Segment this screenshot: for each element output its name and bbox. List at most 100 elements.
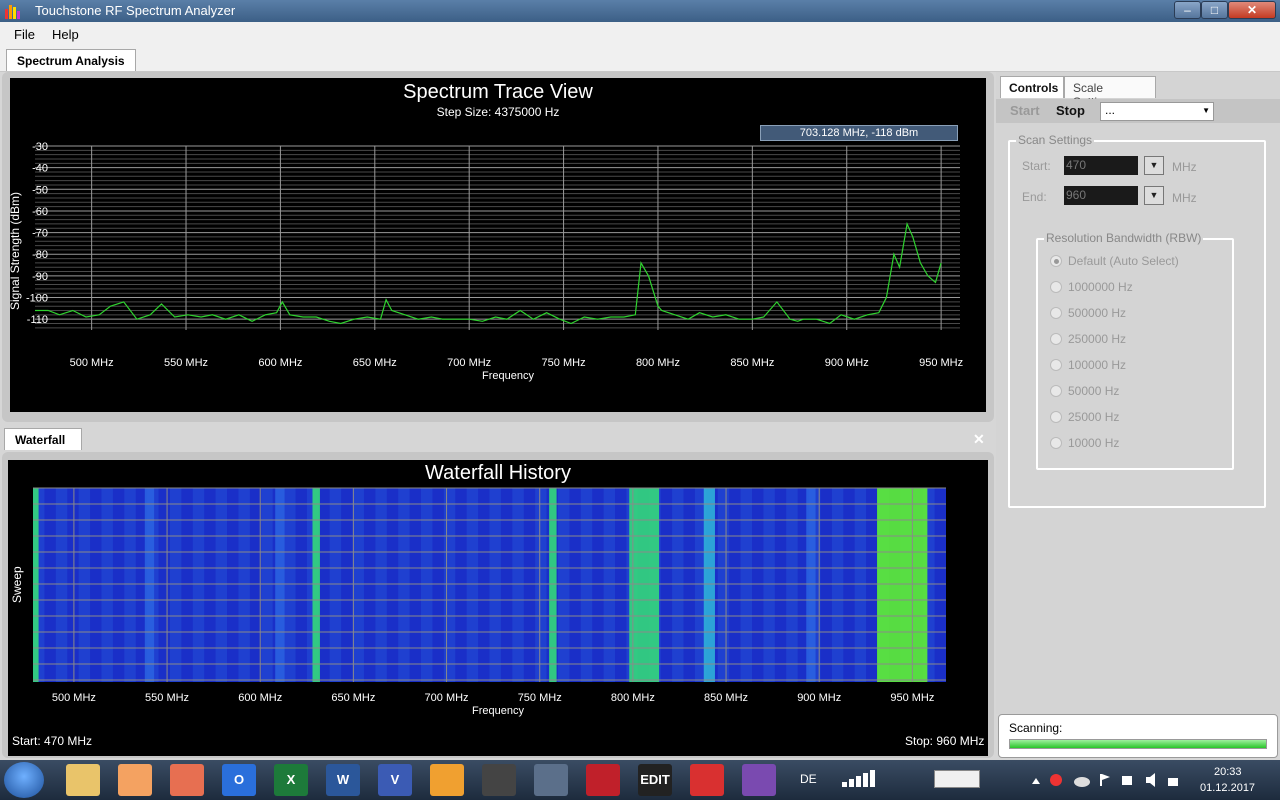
clock-time[interactable]: 20:33 xyxy=(1214,766,1242,778)
scanning-label: Scanning: xyxy=(1009,721,1063,735)
rbw-option-label: Default (Auto Select) xyxy=(1068,254,1179,268)
start-frequency-input[interactable]: 470 xyxy=(1064,156,1138,175)
word-icon[interactable]: W xyxy=(326,764,360,796)
visio-icon[interactable]: V xyxy=(378,764,412,796)
waterfall-noise-band xyxy=(398,488,410,682)
tab-controls[interactable]: Controls xyxy=(1000,76,1064,98)
waterfall-noise-band xyxy=(466,488,479,682)
waterfall-signal-band xyxy=(703,488,715,682)
waterfall-noise-band xyxy=(169,488,182,682)
waterfall-noise-band xyxy=(740,488,752,682)
minimize-button[interactable]: ‒ xyxy=(1174,1,1201,19)
waterfall-signal-band xyxy=(33,488,39,682)
waterfall-x-tick-label: 700 MHz xyxy=(425,692,469,704)
start-orb-icon[interactable] xyxy=(4,762,44,798)
waterfall-noise-band xyxy=(672,488,684,682)
end-unit-label: MHz xyxy=(1172,191,1197,205)
waterfall-noise-band xyxy=(352,488,364,682)
waterfall-noise-band xyxy=(124,488,136,682)
waterfall-noise-band xyxy=(489,488,501,682)
waterfall-signal-band xyxy=(806,488,816,682)
signal-bars-icon[interactable] xyxy=(840,770,886,788)
preset-dropdown[interactable]: ... ▼ xyxy=(1100,102,1214,121)
end-label: End: xyxy=(1022,190,1047,204)
system-tray-icons[interactable] xyxy=(1030,772,1180,788)
radio-button-icon[interactable] xyxy=(1050,255,1062,267)
waterfall-noise-band xyxy=(831,488,844,682)
end-frequency-input[interactable]: 960 xyxy=(1064,186,1138,205)
waterfall-signal-band xyxy=(144,488,155,682)
file-explorer-icon[interactable] xyxy=(66,764,100,796)
preset-value: ... xyxy=(1105,103,1116,117)
maximize-button[interactable]: □ xyxy=(1201,1,1228,19)
firefox-icon[interactable] xyxy=(170,764,204,796)
waterfall-noise-band xyxy=(215,488,228,682)
waterfall-noise-band xyxy=(512,488,524,682)
radio-button-icon[interactable] xyxy=(1050,307,1062,319)
stop-frequency-text: Stop: 960 MHz xyxy=(905,734,985,748)
radio-button-icon[interactable] xyxy=(1050,333,1062,345)
waterfall-x-tick-label: 900 MHz xyxy=(797,692,841,704)
clock-date[interactable]: 01.12.2017 xyxy=(1200,782,1255,794)
chevron-down-icon: ▼ xyxy=(1202,106,1210,115)
waterfall-noise-band xyxy=(101,488,113,682)
waterfall-noise-band xyxy=(535,488,547,682)
spectrum-app-icon[interactable] xyxy=(742,764,776,796)
radio-button-icon[interactable] xyxy=(1050,437,1062,449)
waterfall-noise-band xyxy=(284,488,296,682)
scan-settings-legend: Scan Settings xyxy=(1016,133,1095,147)
rbw-option-label: 25000 Hz xyxy=(1068,410,1120,424)
waterfall-noise-band xyxy=(421,488,433,682)
language-indicator[interactable]: DE xyxy=(800,772,817,786)
waterfall-signal-band xyxy=(629,488,660,682)
calculator-icon[interactable] xyxy=(534,764,568,796)
waterfall-noise-band xyxy=(329,488,342,682)
rbw-legend: Resolution Bandwidth (RBW) xyxy=(1044,231,1204,245)
outlook-icon[interactable]: O xyxy=(222,764,256,796)
waterfall-chart[interactable]: 500 MHz 550 MHz 600 MHz 650 MHz 700 MHz 750 M… xyxy=(0,0,1000,760)
waterfall-noise-band xyxy=(238,488,250,682)
gimp-icon[interactable] xyxy=(482,764,516,796)
radio-button-icon[interactable] xyxy=(1050,411,1062,423)
waterfall-signal-band xyxy=(275,488,285,682)
waterfall-x-tick-label: 600 MHz xyxy=(238,692,282,704)
close-button[interactable]: ✕ xyxy=(1228,1,1276,19)
acrobat-icon[interactable] xyxy=(586,764,620,796)
rbw-option-label: 100000 Hz xyxy=(1068,358,1127,372)
rbw-group: Resolution Bandwidth (RBW) xyxy=(1036,231,1234,470)
xedit-icon[interactable]: EDIT xyxy=(638,764,672,796)
scan-progress-fill xyxy=(1010,740,1266,748)
tab-scale-settings[interactable]: Scale Settings xyxy=(1064,76,1156,109)
waterfall-x-tick-label: 800 MHz xyxy=(611,692,655,704)
waterfall-noise-band xyxy=(78,488,91,682)
start-button[interactable]: Start xyxy=(1010,103,1040,118)
radio-button-icon[interactable] xyxy=(1050,385,1062,397)
stop-button[interactable]: Stop xyxy=(1056,103,1085,118)
rbw-option-label: 500000 Hz xyxy=(1068,306,1127,320)
waterfall-noise-band xyxy=(443,488,456,682)
media-player-icon[interactable] xyxy=(118,764,152,796)
waterfall-noise-band xyxy=(603,488,616,682)
input-indicator-icon[interactable] xyxy=(934,770,980,788)
radio-button-icon[interactable] xyxy=(1050,281,1062,293)
end-spin-button[interactable]: ▼ xyxy=(1144,186,1164,205)
waterfall-x-axis-label: Frequency xyxy=(472,705,524,717)
waterfall-noise-band xyxy=(854,488,867,682)
waterfall-x-tick-label: 850 MHz xyxy=(704,692,748,704)
radio-button-icon[interactable] xyxy=(1050,359,1062,371)
waterfall-noise-band xyxy=(580,488,593,682)
taskbar: O X W V EDIT DE 20:33 01.12.2017 xyxy=(0,760,1280,800)
waterfall-noise-band xyxy=(261,488,273,682)
paint-icon[interactable] xyxy=(430,764,464,796)
start-spin-button[interactable]: ▼ xyxy=(1144,156,1164,175)
waterfall-signal-band xyxy=(549,488,557,682)
waterfall-x-tick-label: 650 MHz xyxy=(331,692,375,704)
tools-icon[interactable] xyxy=(690,764,724,796)
waterfall-y-axis-label: Sweep xyxy=(10,566,24,603)
waterfall-noise-band xyxy=(717,488,730,682)
waterfall-noise-band xyxy=(786,488,798,682)
excel-icon[interactable]: X xyxy=(274,764,308,796)
waterfall-x-tick-label: 550 MHz xyxy=(145,692,189,704)
waterfall-noise-band xyxy=(763,488,775,682)
waterfall-x-tick-label: 750 MHz xyxy=(518,692,562,704)
